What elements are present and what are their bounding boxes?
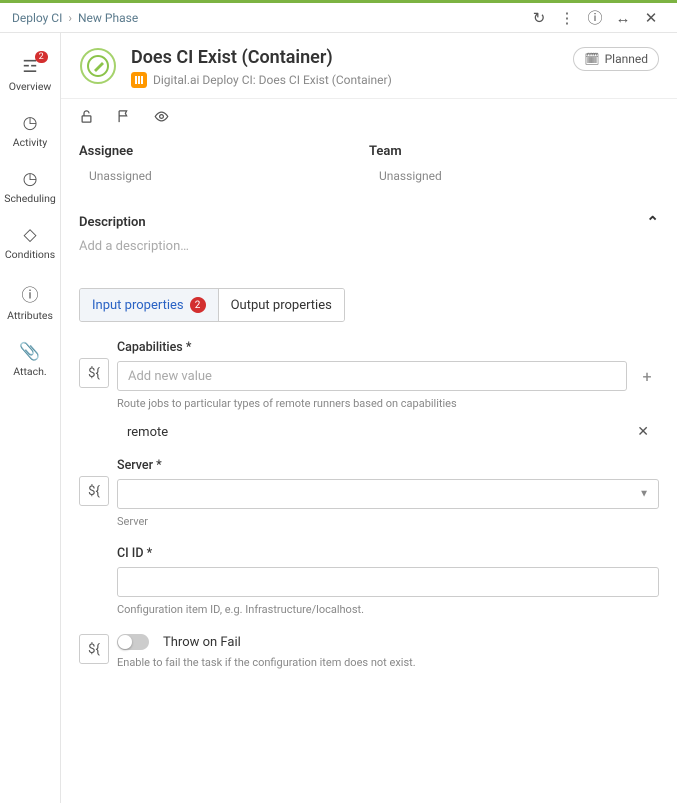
throw-label: Throw on Fail: [163, 635, 241, 650]
clip-icon: 📎: [19, 342, 40, 362]
capability-value: remote: [127, 425, 637, 440]
variable-button[interactable]: ${: [79, 634, 109, 664]
assignee-value[interactable]: Unassigned: [79, 169, 369, 183]
capability-value-row: remote ✕: [117, 424, 659, 440]
properties-tabs: Input properties 2 Output properties: [79, 288, 345, 322]
sidebar-item-activity[interactable]: ◷ Activity: [0, 103, 61, 159]
ciid-help: Configuration item ID, e.g. Infrastructu…: [117, 603, 659, 616]
info-icon[interactable]: ⓘ: [581, 7, 609, 28]
chevron-up-icon[interactable]: ⌃: [646, 213, 659, 231]
refresh-icon[interactable]: ↻: [525, 9, 553, 27]
breadcrumb: Deploy CI › New Phase ↻ ⋮ ⓘ ↔ ✕: [0, 3, 677, 33]
diamond-icon: ◇: [23, 225, 36, 245]
expand-icon[interactable]: ↔: [609, 9, 637, 27]
assignee-label: Assignee: [79, 144, 369, 159]
throw-help: Enable to fail the task if the configura…: [117, 656, 659, 669]
team-value[interactable]: Unassigned: [369, 169, 659, 183]
sidebar-item-label: Attributes: [7, 309, 53, 322]
breadcrumb-root[interactable]: Deploy CI: [12, 11, 62, 25]
eye-icon[interactable]: [153, 109, 170, 128]
lock-icon[interactable]: [79, 109, 94, 128]
add-icon[interactable]: +: [635, 367, 659, 386]
sidebar-item-label: Activity: [13, 136, 47, 149]
flag-icon[interactable]: [116, 109, 131, 128]
page-header: Does CI Exist (Container) Digital.ai Dep…: [61, 33, 677, 99]
sidebar-item-label: Overview: [9, 80, 52, 93]
capabilities-label: Capabilities *: [117, 340, 659, 355]
sidebar-item-label: Scheduling: [4, 192, 56, 205]
sidebar-item-attach[interactable]: 📎 Attach.: [0, 332, 61, 388]
page-subtitle: Digital.ai Deploy CI: Does CI Exist (Con…: [153, 73, 392, 87]
server-select[interactable]: [117, 479, 659, 509]
throw-toggle[interactable]: [117, 634, 149, 650]
ciid-input[interactable]: [117, 567, 659, 597]
variable-button[interactable]: ${: [79, 358, 109, 388]
calendar-icon: 🗓: [584, 52, 599, 66]
description-label: Description: [79, 215, 146, 230]
breadcrumb-current[interactable]: New Phase: [78, 11, 138, 25]
variable-button[interactable]: ${: [79, 476, 109, 506]
sidebar-item-conditions[interactable]: ◇ Conditions: [0, 215, 61, 271]
sidebar-item-overview[interactable]: ☲2 Overview: [0, 47, 61, 103]
tab-output-properties[interactable]: Output properties: [218, 289, 344, 321]
brand-icon: [79, 47, 117, 85]
remove-icon[interactable]: ✕: [637, 424, 649, 440]
container-icon: [131, 72, 147, 88]
sidebar: ☲2 Overview ◷ Activity ◷ Scheduling ◇ Co…: [0, 33, 61, 803]
toolbar: [61, 99, 677, 138]
close-icon[interactable]: ✕: [637, 9, 665, 27]
more-icon[interactable]: ⋮: [553, 9, 581, 27]
description-input[interactable]: Add a description…: [61, 239, 677, 272]
clock-icon: ◷: [23, 113, 38, 133]
server-label: Server *: [117, 458, 659, 473]
info-icon: ⓘ: [22, 281, 39, 306]
sidebar-item-label: Conditions: [5, 248, 55, 261]
capabilities-input[interactable]: [117, 361, 627, 391]
clock-icon: ◷: [23, 169, 38, 189]
list-icon: ☲2: [22, 57, 37, 77]
tab-input-properties[interactable]: Input properties 2: [80, 289, 218, 321]
sidebar-item-scheduling[interactable]: ◷ Scheduling: [0, 159, 61, 215]
capabilities-help: Route jobs to particular types of remote…: [117, 397, 659, 410]
sidebar-item-label: Attach.: [13, 365, 46, 378]
ciid-label: CI ID *: [117, 546, 659, 561]
server-help: Server: [117, 515, 659, 528]
sidebar-item-attributes[interactable]: ⓘ Attributes: [0, 271, 61, 332]
page-title: Does CI Exist (Container): [131, 47, 573, 68]
status-badge[interactable]: 🗓 Planned: [573, 47, 659, 71]
team-label: Team: [369, 144, 659, 159]
chevron-right-icon: ›: [68, 11, 72, 25]
